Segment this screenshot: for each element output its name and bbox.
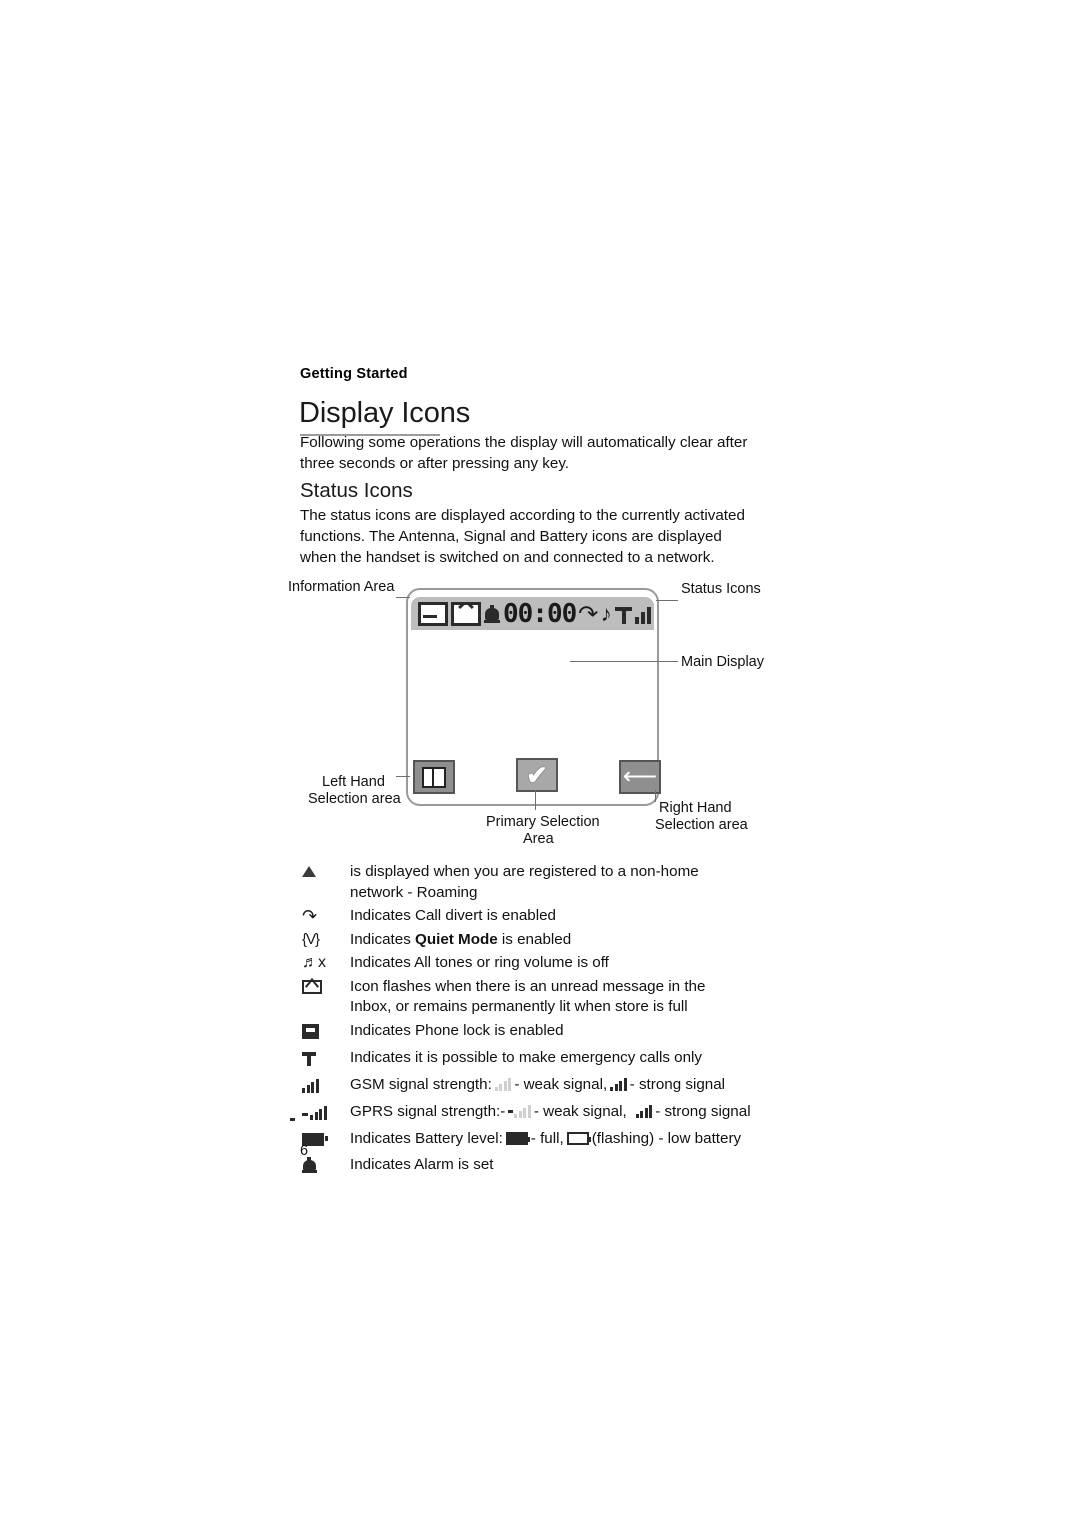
section-subtitle: Status Icons [300,479,413,502]
call-divert-icon: ↷ [302,906,318,926]
legend-text: GSM signal strength: - weak signal, - stro… [350,1075,725,1096]
leader-line-right-hand [655,790,656,802]
mute-icon: ♬x [302,954,326,971]
antenna-icon [614,604,632,624]
back-arrow-icon: ⟵ [622,763,658,790]
phonebook-icon [422,766,446,788]
callout-information-area: Information Area [288,579,395,595]
right-softkey-icon: ⟵ [619,760,661,794]
battery-low-icon [566,1131,591,1145]
gprs-weak-signal-icon [508,1104,531,1118]
legend-full-label: - full, [530,1129,564,1147]
legend-row: GSM signal strength: - weak signal, - stro… [296,1075,766,1099]
legend-text: Icon flashes when there is an unread mes… [350,977,706,1016]
envelope-icon [451,602,481,626]
legend-text: Indicates Phone lock is enabled [350,1021,564,1039]
callout-right-hand: Right Hand [659,800,732,816]
status-bar-icons: 00:00 ↷ ♪ [418,601,653,627]
leader-line-primary-selection [535,790,536,810]
legend-text: Indicates Alarm is set [350,1155,494,1173]
status-icon-legend: is displayed when you are registered to … [296,862,766,1183]
leader-line-left-hand [396,776,410,777]
legend-text-bold: Quiet Mode [415,930,498,948]
legend-text-pre: GPRS signal strength:- [350,1102,506,1120]
gprs-strong-signal-icon [635,1104,653,1118]
running-head: Getting Started [300,366,408,382]
legend-text-pre: GSM signal strength: [350,1075,492,1093]
clock-display: 00:00 [503,599,577,629]
legend-row: GPRS signal strength:- - weak signal, - st… [296,1102,766,1126]
legend-row: Indicates Alarm is set [296,1155,766,1180]
legend-text-post: is enabled [497,930,572,948]
call-divert-icon: ↷ [578,601,599,626]
signal-bars-icon [634,604,651,624]
legend-weak-label: - weak signal, [514,1075,608,1093]
page-title: Display Icons [299,397,471,429]
envelope-icon [296,977,350,1000]
legend-low-label: (flashing) - low battery [591,1129,742,1147]
checkmark-icon: ✔ [526,760,548,790]
callout-left-hand-2: Selection area [308,791,401,807]
legend-text: Indicates All tones or ring volume is of… [350,954,609,971]
legend-row: Indicates Phone lock is enabled [296,1021,766,1045]
callout-main-display: Main Display [681,654,764,670]
legend-text: Indicates Quiet Mode is enabled [350,930,571,951]
envelope-outline-icon [418,602,448,626]
legend-text: Indicates Call divert is enabled [350,907,556,924]
center-softkey-icon: ✔ [516,758,558,792]
legend-strong-label: - strong signal [629,1075,726,1093]
legend-text: is displayed when you are registered to … [350,863,699,901]
intro-paragraph: Following some operations the display wi… [300,434,748,472]
emergency-only-icon [296,1048,350,1072]
leader-line-main-display [570,661,678,662]
legend-text-pre: Indicates Battery level: [350,1129,503,1147]
callout-right-hand-2: Selection area [655,817,748,833]
legend-text: Indicates it is possible to make emergen… [350,1048,703,1066]
alarm-icon [484,604,500,624]
music-note-icon: ♪ [600,601,612,626]
manual-page: Getting Started Display Icons Following … [0,0,1080,1528]
legend-text: GPRS signal strength:- - weak signal, - st… [350,1102,751,1123]
legend-row: {V} Indicates Quiet Mode is enabled [296,930,766,951]
callout-left-hand: Left Hand [322,774,385,790]
phone-lock-icon [296,1021,350,1045]
legend-row: Indicates Battery level: - full, (flashing… [296,1129,766,1152]
legend-strong-label: - strong signal [655,1102,751,1120]
gprs-signal-icon [296,1102,350,1126]
legend-row: ↷ Indicates Call divert is enabled [296,906,766,927]
legend-text-pre: Indicates [350,930,416,948]
roaming-triangle-icon [296,862,350,883]
page-number: 6 [300,1143,309,1159]
legend-text: Indicates Battery level: - full, (flashing… [350,1129,741,1150]
quiet-mode-icon: {V} [302,930,320,948]
callout-primary-selection-2: Area [523,831,554,847]
legend-row: Icon flashes when there is an unread mes… [296,977,766,1018]
battery-full-icon [505,1131,530,1145]
subtitle-paragraph: The status icons are displayed according… [300,507,745,566]
leader-line-status-icons [656,600,678,601]
legend-row: Indicates it is possible to make emergen… [296,1048,766,1072]
legend-row: is displayed when you are registered to … [296,862,766,903]
leader-line-information-area [396,597,410,598]
weak-signal-icon [494,1077,512,1091]
callout-primary-selection: Primary Selection [486,814,600,830]
legend-row: ♬x Indicates All tones or ring volume is… [296,953,766,974]
strong-signal-icon [610,1077,627,1091]
callout-status-icons: Status Icons [681,581,761,597]
gsm-signal-icon [296,1075,350,1099]
legend-weak-label: - weak signal, [533,1102,627,1120]
left-softkey-icon [413,760,455,794]
